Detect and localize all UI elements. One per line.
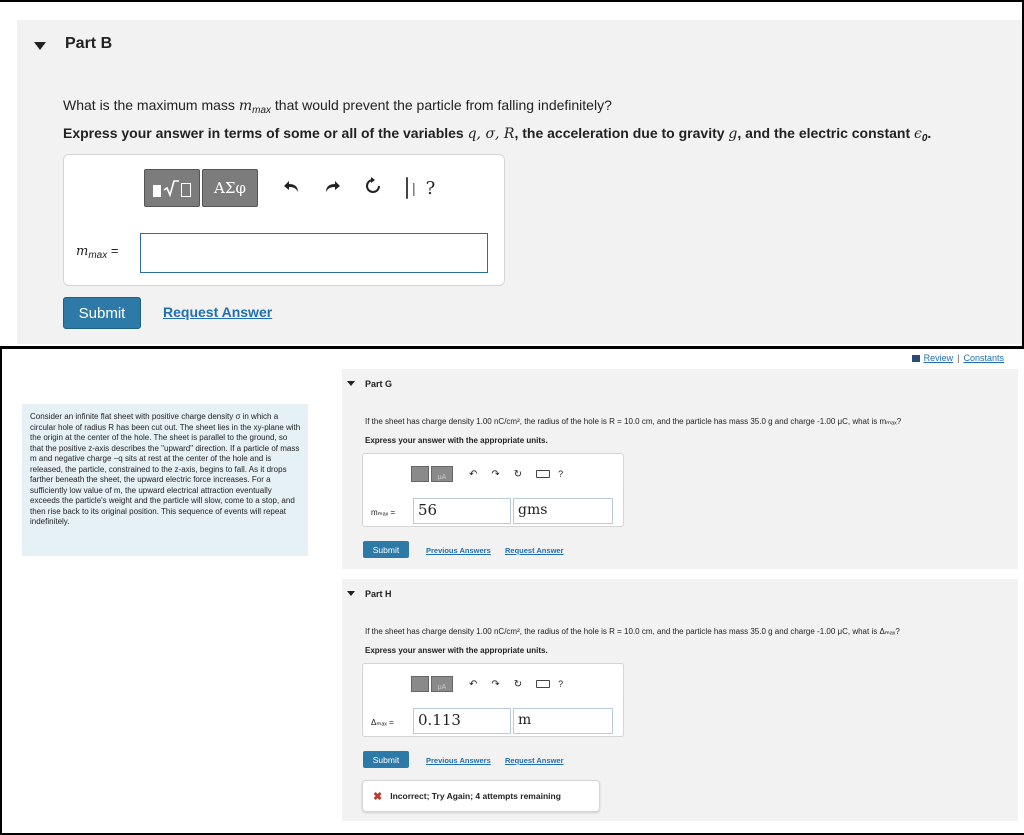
part-h-body: If the sheet has charge density 1.00 nC/… xyxy=(342,609,1018,821)
part-b-header[interactable]: Part B xyxy=(17,20,1022,82)
sqrt-template-icon xyxy=(153,179,191,197)
answer-label-var: m xyxy=(76,244,89,259)
express-mid2: , and the electric constant xyxy=(737,125,914,141)
express-pre: Express your answer in terms of some or … xyxy=(63,125,468,141)
review-link[interactable]: Review xyxy=(924,353,954,363)
value-input[interactable]: 56 xyxy=(413,498,511,524)
request-answer-link[interactable]: Request Answer xyxy=(163,304,272,320)
question-text: What is the maximum mass mmax that would… xyxy=(63,97,612,116)
express-vars: q, σ, R xyxy=(467,126,515,142)
previous-answers-link[interactable]: Previous Answers xyxy=(426,756,491,765)
feedback-message: ✖ Incorrect; Try Again; 4 attempts remai… xyxy=(362,780,600,812)
part-b-body: What is the maximum mass mmax that would… xyxy=(17,82,1022,344)
request-answer-link[interactable]: Request Answer xyxy=(505,756,564,765)
part-title: Part B xyxy=(65,35,113,52)
units-button[interactable]: μA xyxy=(431,466,453,482)
math-toolbar: ΑΣφ | ? xyxy=(144,169,435,207)
question-sub: max xyxy=(252,105,272,116)
reset-icon[interactable]: ↻ xyxy=(514,469,522,480)
answer-label: mmax = xyxy=(76,243,118,261)
part-h-question: If the sheet has charge density 1.00 nC/… xyxy=(365,627,900,636)
part-h-title: Part H xyxy=(365,589,392,599)
submit-button[interactable]: Submit xyxy=(363,541,409,558)
submit-button[interactable]: Submit xyxy=(63,297,141,329)
part-g-body: If the sheet has charge density 1.00 nC/… xyxy=(342,399,1018,569)
undo-icon[interactable]: ↶ xyxy=(469,679,477,690)
help-button[interactable]: ? xyxy=(426,178,436,199)
submit-button[interactable]: Submit xyxy=(363,751,409,768)
express-mid: , the acceleration due to gravity xyxy=(514,125,729,141)
part-h-header[interactable]: Part H xyxy=(342,579,1018,609)
answer-label: mₘₐₓ = xyxy=(371,508,396,517)
review-icon xyxy=(911,354,920,362)
unit-input[interactable]: m xyxy=(513,708,613,734)
templates-button[interactable] xyxy=(144,169,200,207)
express-instruction: Express your answer in terms of some or … xyxy=(63,125,931,144)
help-button[interactable]: ? xyxy=(558,679,563,689)
answer-label-sub: max xyxy=(88,250,108,261)
units-button[interactable]: μA xyxy=(431,676,453,692)
problem-context: Consider an infinite flat sheet with pos… xyxy=(22,404,308,556)
part-b-panel: Part B What is the maximum mass mmax tha… xyxy=(0,2,1022,346)
reset-icon[interactable] xyxy=(364,176,382,200)
undo-icon[interactable] xyxy=(284,178,300,199)
answer-label-eq: = xyxy=(107,243,119,258)
part-h-answer-card: μA ↶ ↷ ↻ ? Δₘₐₓ = 0.113 m xyxy=(362,663,624,737)
part-g-express: Express your answer with the appropriate… xyxy=(365,436,548,445)
answer-input[interactable] xyxy=(140,233,488,273)
redo-icon[interactable]: ↷ xyxy=(491,469,499,480)
review-constants-bar: Review | Constants xyxy=(911,353,1004,363)
previous-answers-link[interactable]: Previous Answers xyxy=(426,546,491,555)
question-post: that would prevent the particle from fal… xyxy=(271,97,612,113)
error-x-icon: ✖ xyxy=(373,790,383,803)
templates-button[interactable] xyxy=(411,676,429,692)
keyboard-icon[interactable] xyxy=(406,176,408,199)
part-h-express: Express your answer with the appropriate… xyxy=(365,646,548,655)
keyboard-icon[interactable] xyxy=(536,470,551,478)
feedback-text: Incorrect; Try Again; 4 attempts remaini… xyxy=(390,791,561,801)
part-g-header[interactable]: Part G xyxy=(342,369,1018,399)
toolbar-divider: | xyxy=(412,180,416,196)
math-toolbar: μA ↶ ↷ ↻ ? xyxy=(411,676,563,692)
answer-card: ΑΣφ | ? mmax = xyxy=(63,154,505,286)
reset-icon[interactable]: ↻ xyxy=(514,679,522,690)
express-end: . xyxy=(927,125,932,141)
request-answer-link[interactable]: Request Answer xyxy=(505,546,564,555)
review-separator: | xyxy=(957,353,960,363)
collapse-caret-icon[interactable] xyxy=(347,591,355,596)
redo-icon[interactable]: ↷ xyxy=(491,679,499,690)
express-eps: ϵ xyxy=(914,126,922,142)
redo-icon[interactable] xyxy=(324,178,340,199)
templates-button[interactable] xyxy=(411,466,429,482)
keyboard-icon[interactable] xyxy=(536,680,551,688)
unit-input[interactable]: gms xyxy=(513,498,613,524)
math-toolbar: μA ↶ ↷ ↻ ? xyxy=(411,466,563,482)
collapse-caret-icon[interactable] xyxy=(34,42,46,50)
constants-link[interactable]: Constants xyxy=(963,353,1004,363)
question-var: m xyxy=(238,98,253,114)
part-g-answer-card: μA ↶ ↷ ↻ ? mₘₐₓ = 56 gms xyxy=(362,453,624,527)
question-pre: What is the maximum mass xyxy=(63,97,239,113)
part-g-title: Part G xyxy=(365,379,393,389)
answer-label: Δₘₐₓ = xyxy=(371,718,394,727)
part-g-question: If the sheet has charge density 1.00 nC/… xyxy=(365,417,902,426)
undo-icon[interactable]: ↶ xyxy=(469,469,477,480)
parts-gh-panel: Review | Constants Consider an infinite … xyxy=(2,349,1024,833)
collapse-caret-icon[interactable] xyxy=(347,381,355,386)
value-input[interactable]: 0.113 xyxy=(413,708,511,734)
greek-symbols-button[interactable]: ΑΣφ xyxy=(202,169,258,207)
help-button[interactable]: ? xyxy=(558,469,563,479)
